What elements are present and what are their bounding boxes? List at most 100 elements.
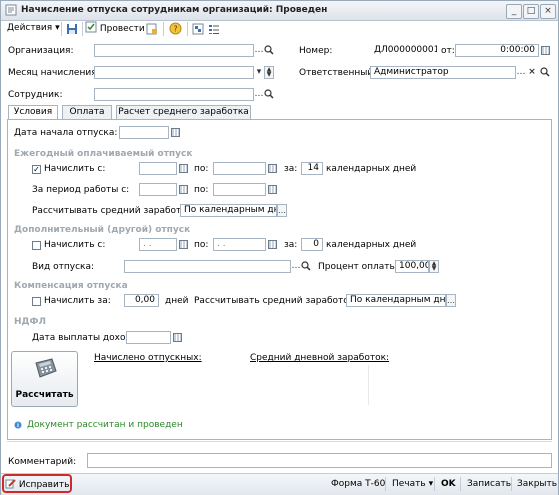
date-field[interactable]: 0:00:00 bbox=[455, 44, 539, 57]
post-button[interactable]: Провести bbox=[85, 21, 145, 36]
average-daily-earnings-value bbox=[250, 365, 369, 405]
close-button[interactable]: Закрыть bbox=[517, 479, 557, 489]
annual-to-field[interactable] bbox=[213, 162, 266, 175]
payment-percent-field[interactable]: 100,00 bbox=[395, 260, 429, 273]
calendar-icon[interactable] bbox=[268, 185, 277, 194]
annual-days-field[interactable]: 14 bbox=[301, 162, 323, 175]
save-disk-icon[interactable] bbox=[66, 23, 78, 35]
select-ellipsis-icon[interactable]: … bbox=[291, 260, 301, 273]
vacation-start-field[interactable] bbox=[119, 126, 169, 139]
additional-leave-heading: Дополнительный (другой) отпуск bbox=[14, 225, 191, 235]
leave-type-field[interactable] bbox=[124, 260, 291, 273]
close-window-button[interactable]: × bbox=[540, 4, 556, 19]
structure-icon[interactable] bbox=[192, 23, 204, 35]
compensation-avg-earnings-field[interactable]: По календарным дням bbox=[346, 294, 446, 307]
annual-avg-earnings-field[interactable]: По календарным дня bbox=[180, 204, 277, 217]
payment-percent-label: Процент оплаты: bbox=[318, 262, 400, 272]
settings-list-icon[interactable] bbox=[208, 23, 220, 35]
responsible-field[interactable]: Администратор bbox=[370, 66, 516, 79]
compensation-accrue-checkbox[interactable] bbox=[32, 297, 41, 306]
chevron-down-icon: ▾ bbox=[428, 479, 434, 489]
minimize-button[interactable]: _ bbox=[506, 4, 522, 19]
ok-button[interactable]: OK bbox=[441, 479, 456, 489]
organization-label: Организация: bbox=[8, 46, 74, 56]
additional-to-field[interactable]: . . bbox=[213, 238, 266, 251]
clear-icon[interactable]: × bbox=[527, 66, 537, 79]
spin-updown-icon[interactable]: ▲ ▼ bbox=[429, 260, 439, 273]
print-menu[interactable]: Печать ▾ bbox=[392, 479, 433, 489]
work-period-to-field[interactable] bbox=[213, 183, 266, 196]
calendar-icon[interactable] bbox=[179, 185, 188, 194]
spin-updown-icon[interactable]: ▲ ▼ bbox=[264, 66, 274, 79]
month-field[interactable] bbox=[94, 66, 254, 79]
additional-for-label: за: bbox=[284, 240, 298, 250]
additional-accrue-label: Начислить с: bbox=[44, 240, 106, 250]
post-icon bbox=[85, 21, 97, 33]
compensation-accrue-label: Начислить за: bbox=[44, 296, 111, 306]
comment-field[interactable] bbox=[87, 453, 552, 468]
document-movements-icon[interactable] bbox=[146, 23, 158, 35]
ndfl-heading: НДФЛ bbox=[14, 317, 46, 327]
annual-from-field[interactable] bbox=[139, 162, 177, 175]
vacation-start-label: Дата начала отпуска: bbox=[14, 128, 118, 138]
actions-menu[interactable]: Действия ▾ bbox=[7, 21, 60, 36]
annual-accrue-checkbox[interactable]: ✓ bbox=[32, 165, 41, 174]
calendar-icon[interactable] bbox=[541, 46, 550, 55]
additional-days-field[interactable]: 0 bbox=[301, 238, 323, 251]
form-t60-button[interactable]: Форма Т-60 bbox=[331, 479, 385, 489]
calendar-icon[interactable] bbox=[179, 164, 188, 173]
leave-type-label: Вид отпуска: bbox=[32, 262, 94, 272]
save-button[interactable]: Записать bbox=[467, 479, 511, 489]
toolbar-separator bbox=[511, 477, 512, 491]
maximize-button[interactable]: □ bbox=[523, 4, 539, 19]
additional-days-label: календарных дней bbox=[326, 240, 417, 250]
organization-field[interactable] bbox=[94, 44, 254, 57]
month-label: Месяц начисления: bbox=[8, 68, 100, 78]
calculate-button-label: Рассчитать bbox=[15, 390, 74, 400]
calendar-icon[interactable] bbox=[268, 164, 277, 173]
compensation-days-field[interactable]: 0,00 bbox=[124, 294, 159, 307]
chevron-down-icon: ▾ bbox=[55, 23, 60, 33]
calculate-button[interactable]: Рассчитать bbox=[11, 351, 78, 407]
compensation-heading: Компенсация отпуска bbox=[14, 281, 128, 291]
title-bar: Начисление отпуска сотрудникам организац… bbox=[1, 1, 558, 21]
tab-conditions[interactable]: Условия bbox=[8, 105, 58, 120]
calendar-icon[interactable] bbox=[171, 128, 180, 137]
search-icon[interactable] bbox=[264, 45, 274, 55]
calendar-icon[interactable] bbox=[173, 333, 182, 342]
calendar-icon[interactable] bbox=[268, 240, 277, 249]
search-icon[interactable] bbox=[264, 89, 274, 99]
toolbar-separator bbox=[61, 22, 62, 36]
actions-menu-label: Действия bbox=[7, 23, 53, 33]
pay-date-field[interactable] bbox=[126, 331, 171, 344]
document-icon bbox=[5, 4, 17, 16]
select-ellipsis-icon[interactable]: … bbox=[446, 294, 456, 307]
toolbar-separator bbox=[434, 477, 435, 491]
tab-average-earnings[interactable]: Расчет среднего заработка bbox=[116, 105, 251, 119]
search-icon[interactable] bbox=[540, 67, 550, 77]
search-icon[interactable] bbox=[301, 261, 311, 271]
select-ellipsis-icon[interactable]: … bbox=[516, 66, 526, 79]
accrued-vacation-pay-value bbox=[94, 365, 234, 405]
work-period-label: За период работы с: bbox=[32, 185, 130, 195]
calendar-icon[interactable] bbox=[179, 240, 188, 249]
annual-leave-heading: Ежегодный оплачиваемый отпуск bbox=[14, 149, 193, 159]
toolbar-separator bbox=[460, 477, 461, 491]
select-ellipsis-icon[interactable]: … bbox=[254, 88, 264, 101]
additional-accrue-checkbox[interactable] bbox=[32, 241, 41, 250]
divider bbox=[7, 441, 552, 442]
annual-to-label: по: bbox=[194, 164, 209, 174]
work-period-from-field[interactable] bbox=[139, 183, 177, 196]
annual-avg-earnings-label: Рассчитывать средний заработок: bbox=[32, 206, 196, 216]
select-ellipsis-icon[interactable]: … bbox=[277, 204, 287, 217]
accrued-vacation-pay-label: Начислено отпускных: bbox=[94, 353, 202, 363]
employee-field[interactable] bbox=[94, 88, 254, 101]
number-field[interactable]: ДЛ000000001 bbox=[370, 44, 438, 57]
additional-from-field[interactable]: . . bbox=[139, 238, 177, 251]
bottom-bar: Исправить Форма Т-60 Печать ▾ OK Записат… bbox=[1, 473, 558, 495]
select-ellipsis-icon[interactable]: … bbox=[254, 44, 264, 57]
print-menu-label: Печать bbox=[392, 479, 426, 489]
help-icon[interactable]: ? bbox=[169, 22, 182, 35]
tab-payment[interactable]: Оплата bbox=[62, 105, 112, 119]
chevron-down-icon[interactable]: ▾ bbox=[254, 66, 264, 79]
